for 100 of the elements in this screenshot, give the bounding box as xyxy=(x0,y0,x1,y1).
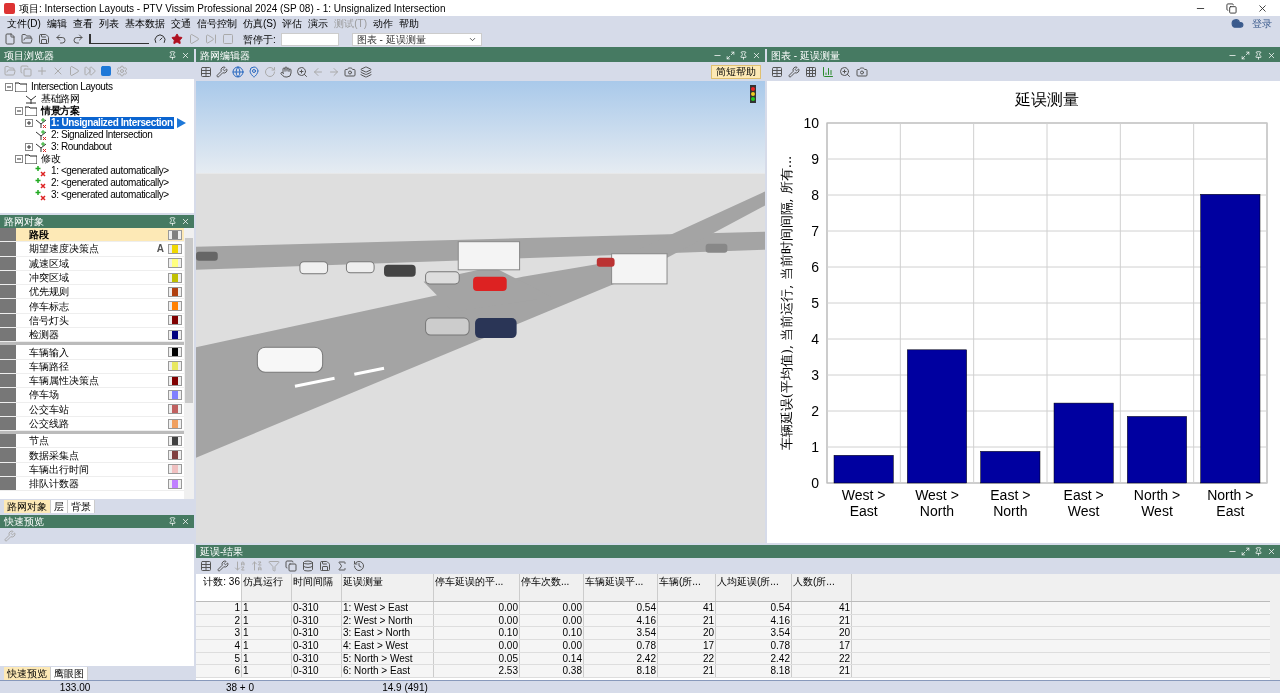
object-list-row[interactable]: 排队计数器 xyxy=(0,477,184,492)
object-list-row[interactable]: 停车标志 xyxy=(0,299,184,314)
login-link[interactable]: 登录 xyxy=(1252,16,1272,31)
pin-icon[interactable] xyxy=(1254,547,1263,556)
gauge-icon[interactable] xyxy=(154,33,166,45)
tree-item[interactable]: 3: <generated automatically> xyxy=(50,189,170,201)
tree-item[interactable]: 修改 xyxy=(40,153,62,165)
panel-tab[interactable]: 背景 xyxy=(68,500,95,513)
pause-input-field[interactable] xyxy=(280,32,339,46)
style-swatch[interactable] xyxy=(168,243,182,254)
menu-item[interactable]: 仿真(S) xyxy=(239,16,280,31)
pin-icon[interactable] xyxy=(1254,51,1263,60)
new-file-icon[interactable] xyxy=(4,33,16,45)
style-swatch[interactable] xyxy=(168,389,182,400)
style-swatch[interactable] xyxy=(168,361,182,372)
tree-item[interactable]: 2: <generated automatically> xyxy=(50,177,170,189)
star-icon[interactable] xyxy=(171,33,183,45)
column-header[interactable]: 延误测量 xyxy=(342,574,434,601)
menu-item[interactable]: 交通 xyxy=(167,16,194,31)
restore-icon[interactable] xyxy=(1226,2,1237,14)
collapse-toggle-icon[interactable] xyxy=(14,107,23,115)
zoom-icon[interactable] xyxy=(839,65,851,78)
style-swatch[interactable] xyxy=(168,404,182,415)
column-header[interactable]: 时间间隔 xyxy=(292,574,342,601)
pin-icon[interactable] xyxy=(168,517,177,526)
object-list-row[interactable]: 优先规则 xyxy=(0,285,184,300)
column-header[interactable]: 停车次数... xyxy=(520,574,584,601)
column-header[interactable]: 计数: 36 xyxy=(196,574,242,601)
collapse-toggle-icon[interactable] xyxy=(14,155,23,163)
object-list-row[interactable]: 期望速度决策点 A xyxy=(0,242,184,257)
tree-item[interactable]: 情景方案 xyxy=(40,105,81,117)
menu-item[interactable]: 查看 xyxy=(69,16,96,31)
style-swatch[interactable] xyxy=(168,329,182,340)
style-swatch[interactable] xyxy=(168,286,182,297)
undo-icon[interactable] xyxy=(55,33,67,45)
menu-item[interactable]: 演示 xyxy=(305,16,332,31)
speed-slider[interactable] xyxy=(89,34,149,44)
table-icon[interactable] xyxy=(200,65,212,78)
object-list-row[interactable]: 检测器 xyxy=(0,328,184,343)
menu-item[interactable]: 评估 xyxy=(279,16,306,31)
grid-icon[interactable] xyxy=(805,65,817,78)
expand-toggle-icon[interactable] xyxy=(24,119,33,127)
scrollbar[interactable] xyxy=(184,228,194,499)
cloud-icon[interactable] xyxy=(1231,17,1244,30)
save-icon[interactable] xyxy=(319,560,331,572)
pin-icon[interactable] xyxy=(168,217,177,226)
object-list-row[interactable]: 车辆输入 xyxy=(0,345,184,360)
column-header[interactable]: 车辆(所... xyxy=(658,574,716,601)
tree-item[interactable]: 基础路网 xyxy=(40,93,81,105)
wrench-icon[interactable] xyxy=(788,65,800,78)
style-swatch[interactable] xyxy=(168,347,182,357)
wrench-icon[interactable] xyxy=(216,65,228,78)
object-list-row[interactable]: 路段 xyxy=(0,228,184,243)
layers-icon[interactable] xyxy=(360,65,372,78)
style-swatch[interactable] xyxy=(168,229,182,240)
bar-chart-icon[interactable] xyxy=(822,65,834,78)
stop-icon[interactable] xyxy=(100,64,112,77)
tree-item[interactable]: Intersection Layouts xyxy=(30,81,114,93)
maximize-icon[interactable] xyxy=(1241,51,1250,60)
camera-icon[interactable] xyxy=(856,65,868,78)
menu-item[interactable]: 文件(D) xyxy=(4,16,44,31)
maximize-icon[interactable] xyxy=(1241,547,1250,556)
panel-tab[interactable]: 鹰眼图 xyxy=(51,667,88,680)
menu-item[interactable]: 动作 xyxy=(370,16,396,31)
style-swatch[interactable] xyxy=(168,478,182,489)
panel-tab[interactable]: 路网对象 xyxy=(4,500,51,513)
style-swatch[interactable] xyxy=(168,301,182,312)
short-help-button[interactable]: 简短帮助 xyxy=(711,64,761,79)
object-list-row[interactable]: 停车场 xyxy=(0,388,184,403)
style-swatch[interactable] xyxy=(168,464,182,475)
open-folder-icon[interactable] xyxy=(21,33,33,45)
column-header[interactable]: 仿真运行 xyxy=(242,574,292,601)
redo-icon[interactable] xyxy=(72,33,84,45)
object-list-row[interactable]: 节点 xyxy=(0,434,184,449)
hand-icon[interactable] xyxy=(280,65,292,78)
menu-item[interactable]: 信号控制 xyxy=(193,16,240,31)
menu-item[interactable]: 列表 xyxy=(95,16,122,31)
copy-icon[interactable] xyxy=(285,560,297,572)
table-icon[interactable] xyxy=(771,65,783,78)
column-header[interactable]: 人均延误(所... xyxy=(716,574,792,601)
menu-item[interactable]: 基本数据 xyxy=(121,16,168,31)
object-list-row[interactable]: 数据采集点 xyxy=(0,448,184,463)
database-icon[interactable] xyxy=(302,560,314,572)
style-swatch[interactable] xyxy=(168,258,182,269)
zoom-icon[interactable] xyxy=(296,65,308,78)
expand-toggle-icon[interactable] xyxy=(24,143,33,151)
camera-icon[interactable] xyxy=(344,65,356,78)
close-icon[interactable] xyxy=(1257,2,1268,14)
panel-tab[interactable]: 快速预览 xyxy=(4,667,51,680)
globe-icon[interactable] xyxy=(232,65,244,78)
menu-item[interactable]: 帮助 xyxy=(396,16,422,31)
style-swatch[interactable] xyxy=(168,450,182,461)
save-icon[interactable] xyxy=(38,33,50,45)
tree-item[interactable]: 1: Unsignalized Intersection xyxy=(50,117,174,129)
map-pin-icon[interactable] xyxy=(248,65,260,78)
style-swatch[interactable] xyxy=(168,435,182,446)
style-swatch[interactable] xyxy=(168,375,182,386)
style-swatch[interactable] xyxy=(168,272,182,283)
panel-tab[interactable]: 层 xyxy=(51,500,68,513)
tree-item[interactable]: 1: <generated automatically> xyxy=(50,165,170,177)
